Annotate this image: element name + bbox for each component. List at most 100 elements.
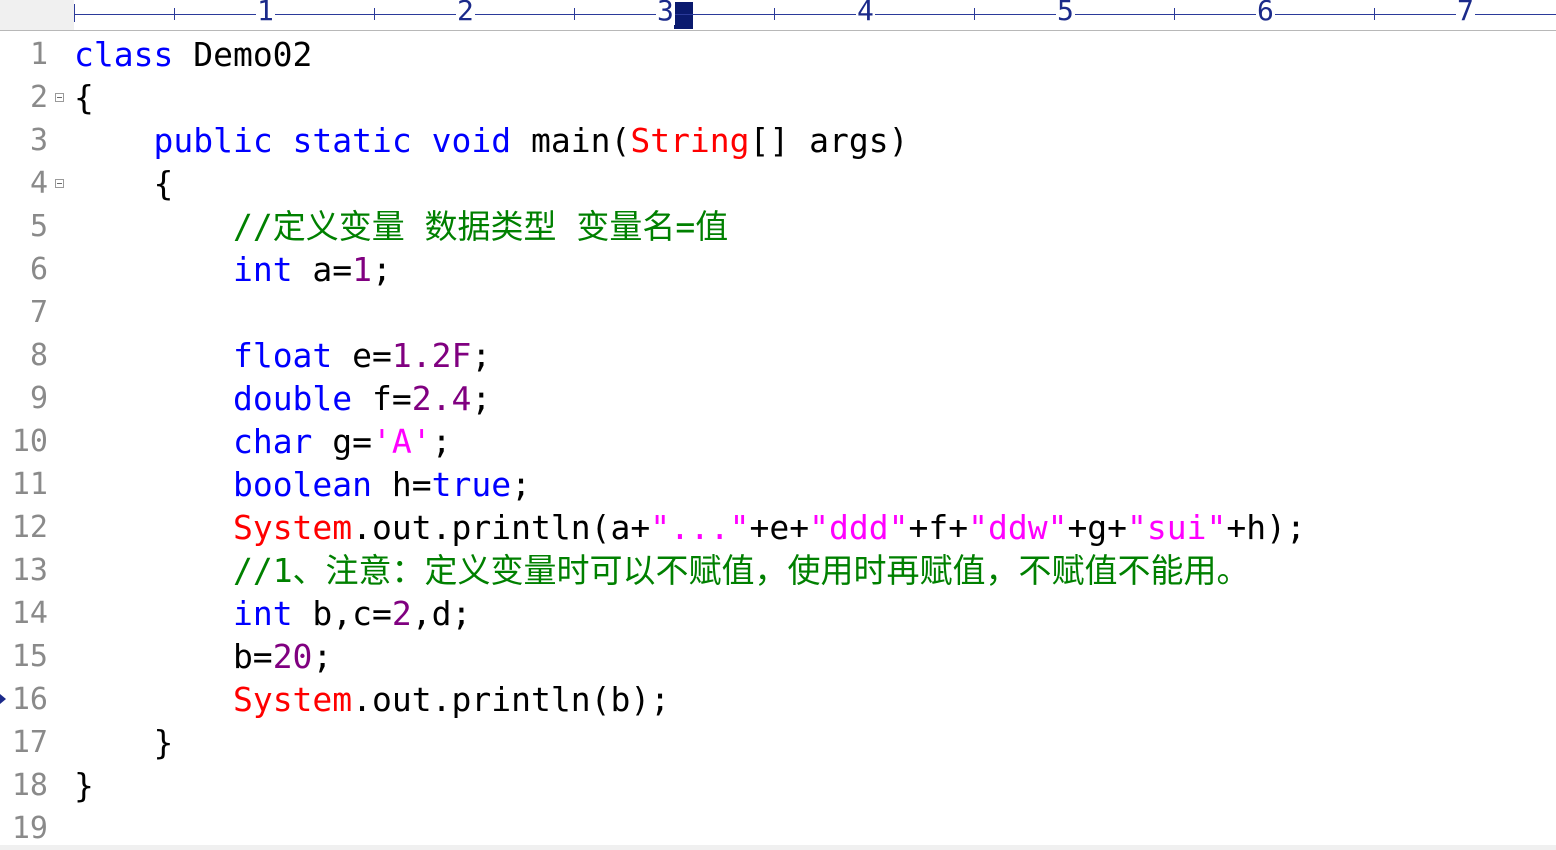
keyword-token: class (74, 35, 174, 74)
keyword-token: int (232, 594, 293, 633)
keyword-token: double (232, 379, 353, 418)
ruler-tick (174, 8, 175, 20)
code-token: ,d; (411, 594, 472, 633)
code-line[interactable]: b=20; (74, 635, 332, 678)
code-token: .out.println(b); (352, 680, 671, 719)
code-token: +h); (1226, 508, 1306, 547)
line-number-gutter[interactable]: 1 2 3 4 5 6 7 8 9 10 11 12 13 14 15 16 17 18 19 (0, 31, 74, 850)
ruler-tick (774, 8, 775, 20)
code-editor[interactable]: 1234567 1 2 3 4 5 6 7 8 9 10 11 12 13 14 15 16 17 18 19 cl… (0, 0, 1556, 850)
code-line[interactable]: System.out.println(b); (74, 678, 670, 721)
comment-token: //定义变量 数据类型 变量名=值 (232, 207, 729, 246)
code-token: main( (511, 121, 631, 160)
string-token: "..." (650, 508, 750, 547)
ruler-label: 5 (1056, 0, 1075, 25)
code-line[interactable]: System.out.println(a+"..."+e+"ddd"+f+"dd… (74, 506, 1306, 549)
ruler-label: 3 (656, 0, 675, 25)
system-class-token: System (232, 508, 353, 547)
keyword-token: char (232, 422, 313, 461)
number-token: 1 (352, 250, 373, 289)
line-number[interactable]: 17 (0, 721, 48, 764)
number-token: 2.4 (411, 379, 472, 418)
code-line[interactable]: float e=1.2F; (74, 334, 491, 377)
code-token: a= (292, 250, 353, 289)
line-number[interactable]: 5 (0, 205, 48, 248)
code-token: b= (74, 637, 273, 676)
code-line[interactable]: char g='A'; (74, 420, 452, 463)
keyword-token: float (232, 336, 333, 375)
line-number[interactable]: 9 (0, 377, 48, 420)
code-token: h= (372, 465, 432, 504)
code-token: ; (471, 336, 492, 375)
line-number[interactable]: 1 (0, 33, 48, 76)
code-token: e= (332, 336, 392, 375)
line-number[interactable]: 18 (0, 764, 48, 807)
code-token: { (74, 164, 174, 203)
number-token: 1.2F (391, 336, 472, 375)
line-number[interactable]: 10 (0, 420, 48, 463)
code-line[interactable]: } (74, 721, 173, 764)
code-token: g= (312, 422, 373, 461)
code-token: Demo02 (173, 35, 313, 74)
code-line[interactable]: } (74, 764, 94, 807)
code-line[interactable]: int a=1; (74, 248, 392, 291)
code-token: +f+ (908, 508, 969, 547)
ruler-label: 6 (1256, 0, 1275, 25)
system-class-token: System (232, 680, 353, 719)
code-token: f= (352, 379, 412, 418)
code-token: ; (431, 422, 452, 461)
code-line[interactable]: double f=2.4; (74, 377, 491, 420)
line-number[interactable]: 19 (0, 807, 48, 850)
bottom-edge (0, 845, 1556, 850)
code-token: } (74, 766, 94, 805)
string-token: 'A' (372, 422, 432, 461)
ruler-tick (974, 8, 975, 20)
keyword-token: true (431, 465, 512, 504)
code-line[interactable]: //定义变量 数据类型 变量名=值 (74, 205, 728, 248)
line-number[interactable]: 13 (0, 549, 48, 592)
ruler-caret-marker (674, 2, 693, 29)
current-line-arrow-icon (0, 694, 6, 704)
code-token: ; (511, 465, 531, 504)
code-token: ; (372, 250, 392, 289)
line-number[interactable]: 2 (0, 76, 48, 119)
code-token: ; (312, 637, 333, 676)
line-number[interactable]: 15 (0, 635, 48, 678)
line-number[interactable]: 3 (0, 119, 48, 162)
line-number[interactable]: 14 (0, 592, 48, 635)
ruler-gutter-pad (0, 0, 74, 30)
line-number[interactable]: 4 (0, 162, 48, 205)
code-line[interactable]: { (74, 162, 173, 205)
fold-toggle-icon[interactable] (55, 93, 64, 102)
code-line[interactable]: //1、注意：定义变量时可以不赋值，使用时再赋值，不赋值不能用。 (74, 549, 1250, 592)
line-number[interactable]: 11 (0, 463, 48, 506)
code-token: { (74, 78, 94, 117)
line-number[interactable]: 8 (0, 334, 48, 377)
line-number[interactable]: 16 (0, 678, 48, 721)
ruler-tick (374, 8, 375, 20)
code-line[interactable]: { (74, 76, 94, 119)
line-number[interactable]: 6 (0, 248, 48, 291)
ruler-tick (1174, 8, 1175, 20)
line-number[interactable]: 12 (0, 506, 48, 549)
code-line[interactable]: boolean h=true; (74, 463, 531, 506)
ruler-label: 1 (256, 0, 275, 25)
code-token: [] args) (749, 121, 909, 160)
comment-token: //1、注意：定义变量时可以不赋值，使用时再赋值，不赋值不能用。 (232, 551, 1250, 590)
code-line[interactable]: public static void main(String[] args) (74, 119, 909, 162)
code-token: b,c= (292, 594, 392, 633)
code-line[interactable]: int b,c=2,d; (74, 592, 471, 635)
line-number[interactable]: 7 (0, 291, 48, 334)
ruler-tick (574, 8, 575, 20)
code-line[interactable]: class Demo02 (74, 33, 312, 76)
fold-toggle-icon[interactable] (55, 179, 64, 188)
string-token: "ddd" (809, 508, 909, 547)
